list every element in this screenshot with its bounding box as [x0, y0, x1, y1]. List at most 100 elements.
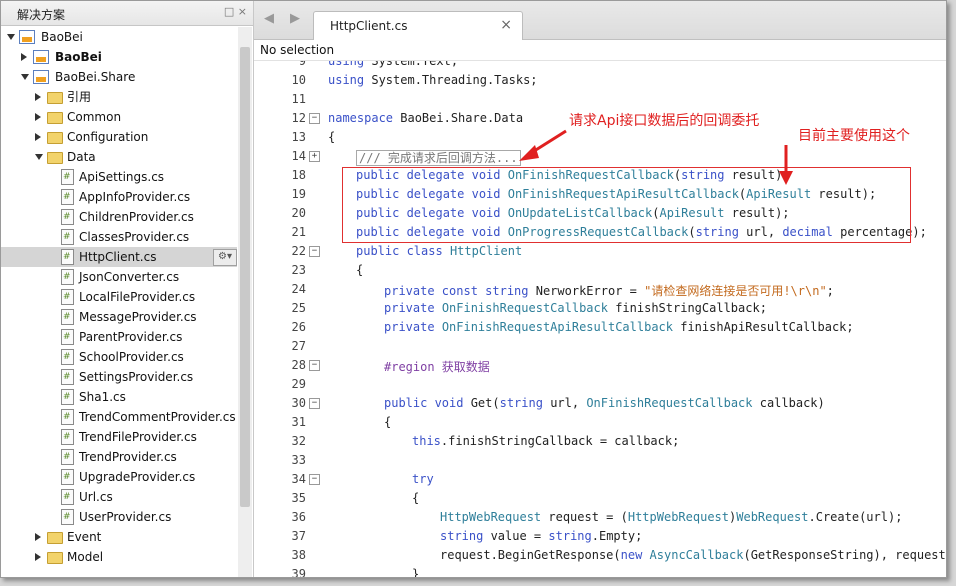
fold-expand-icon[interactable]: + [309, 151, 320, 162]
cs-file-icon [61, 407, 74, 427]
line-number: 27 [291, 339, 306, 353]
tree-item-label: SettingsProvider.cs [79, 370, 194, 384]
tree-item-label: AppInfoProvider.cs [79, 190, 191, 204]
code-line: string value = string.Empty; [440, 529, 643, 543]
collapse-arrow-icon[interactable] [35, 113, 41, 121]
code-editor: ◀ ▶ HttpClient.cs × No selection 9 using… [254, 1, 946, 577]
tree-item-folder-common[interactable]: Common [1, 107, 237, 127]
tree-item-label: ApiSettings.cs [79, 170, 165, 184]
tree-item-file[interactable]: TrendFileProvider.cs [1, 427, 237, 447]
tree-item-label: LocalFileProvider.cs [79, 290, 196, 304]
tree-item-label: Configuration [67, 130, 149, 144]
close-icon[interactable]: × [500, 17, 512, 33]
solution-icon [19, 30, 35, 44]
forward-arrow-icon[interactable]: ▶ [290, 11, 300, 26]
tree-item-file[interactable]: ClassesProvider.cs [1, 227, 237, 247]
collapsed-region[interactable]: /// 完成请求后回调方法... [356, 149, 521, 166]
code-line: this.finishStringCallback = callback; [412, 434, 680, 448]
tree-item-file[interactable]: UserProvider.cs [1, 507, 237, 527]
cs-file-icon [61, 267, 74, 287]
line-number: 36 [291, 510, 306, 524]
tree-item-file[interactable]: TrendCommentProvider.cs [1, 407, 237, 427]
folder-icon [47, 112, 63, 124]
tree-item-project-share[interactable]: BaoBei.Share [1, 67, 237, 87]
tree-item-file[interactable]: SchoolProvider.cs [1, 347, 237, 367]
tree-item-file[interactable]: TrendProvider.cs [1, 447, 237, 467]
cs-file-icon [61, 427, 74, 447]
tree-item-file[interactable]: JsonConverter.cs [1, 267, 237, 287]
back-arrow-icon[interactable]: ◀ [264, 11, 274, 26]
tree-item-label: 引用 [67, 90, 92, 104]
solution-tree: BaoBei BaoBei BaoBei.Share 引用 Common Con… [1, 27, 237, 577]
tree-item-folder-references[interactable]: 引用 [1, 87, 237, 107]
fold-collapse-icon[interactable]: − [309, 360, 320, 371]
line-number: 29 [291, 377, 306, 391]
tree-item-file[interactable]: ParentProvider.cs [1, 327, 237, 347]
line-number: 10 [291, 73, 306, 87]
collapse-arrow-icon[interactable] [35, 553, 41, 561]
cs-file-icon [61, 247, 74, 267]
tree-item-folder-configuration[interactable]: Configuration [1, 127, 237, 147]
tree-item-file[interactable]: MessageProvider.cs [1, 307, 237, 327]
annotation-callback: 请求Api接口数据后的回调委托 [569, 113, 760, 129]
expand-arrow-icon[interactable] [7, 34, 15, 40]
collapsed-comment[interactable]: /// 完成请求后回调方法... [356, 150, 521, 166]
tree-item-folder-model[interactable]: Model [1, 547, 237, 567]
sidebar-scrollbar[interactable] [238, 27, 252, 577]
line-number: 21 [291, 225, 306, 239]
line-number: 26 [291, 320, 306, 334]
line-number: 12 [291, 111, 306, 125]
expand-arrow-icon[interactable] [35, 154, 43, 160]
fold-collapse-icon[interactable]: − [309, 113, 320, 124]
code-line: using System.Text; [328, 61, 459, 68]
tab-httpclient[interactable]: HttpClient.cs × [313, 11, 523, 40]
tree-item-file[interactable]: UpgradeProvider.cs [1, 467, 237, 487]
tree-item-label: ParentProvider.cs [79, 330, 183, 344]
tree-item-file[interactable]: SettingsProvider.cs [1, 367, 237, 387]
fold-collapse-icon[interactable]: − [309, 398, 320, 409]
line-number: 24 [291, 282, 306, 296]
tree-item-folder-event[interactable]: Event [1, 527, 237, 547]
tree-item-file[interactable]: Sha1.cs [1, 387, 237, 407]
tree-item-solution[interactable]: BaoBei [1, 27, 237, 47]
solution-explorer-header: 解决方案 □ × [1, 1, 253, 26]
tree-item-file[interactable]: ApiSettings.cs [1, 167, 237, 187]
folder-icon [47, 532, 63, 544]
collapse-arrow-icon[interactable] [35, 533, 41, 541]
tree-item-file[interactable]: LocalFileProvider.cs [1, 287, 237, 307]
line-number: 39 [291, 567, 306, 577]
tree-item-folder-data[interactable]: Data [1, 147, 237, 167]
highlight-box [342, 167, 911, 243]
cs-file-icon [61, 167, 74, 187]
line-number: 38 [291, 548, 306, 562]
collapse-arrow-icon[interactable] [35, 133, 41, 141]
code-line: { [412, 491, 420, 505]
collapse-arrow-icon[interactable] [21, 53, 27, 61]
tree-item-file[interactable]: Url.cs [1, 487, 237, 507]
tree-item-file[interactable]: ChildrenProvider.cs [1, 207, 237, 227]
tree-item-file-selected[interactable]: HttpClient.cs ⚙▾ [1, 247, 237, 267]
sidebar-scroll-thumb[interactable] [240, 47, 250, 507]
cs-file-icon [61, 307, 74, 327]
tree-item-project-baobei[interactable]: BaoBei [1, 47, 237, 67]
tree-item-label: HttpClient.cs [79, 250, 157, 264]
breadcrumb-bar: No selection [254, 40, 946, 61]
folder-open-icon [47, 152, 63, 164]
collapse-arrow-icon[interactable] [35, 93, 41, 101]
panel-controls[interactable]: □ × [224, 5, 247, 18]
breadcrumb[interactable]: No selection [260, 43, 334, 57]
fold-collapse-icon[interactable]: − [309, 246, 320, 257]
fold-collapse-icon[interactable]: − [309, 474, 320, 485]
gear-icon[interactable]: ⚙▾ [213, 249, 237, 266]
code-line: } [412, 567, 420, 577]
project-icon [33, 70, 49, 84]
folder-icon [47, 132, 63, 144]
line-number: 28 [291, 358, 306, 372]
ide-window: 解决方案 □ × BaoBei BaoBei BaoBei.Share 引用 C… [0, 0, 947, 578]
code-line-region: #region 获取数据 [384, 360, 490, 374]
expand-arrow-icon[interactable] [21, 74, 29, 80]
tree-item-file[interactable]: AppInfoProvider.cs [1, 187, 237, 207]
folder-icon [47, 92, 63, 104]
line-number: 35 [291, 491, 306, 505]
tree-item-label: Common [67, 110, 122, 124]
